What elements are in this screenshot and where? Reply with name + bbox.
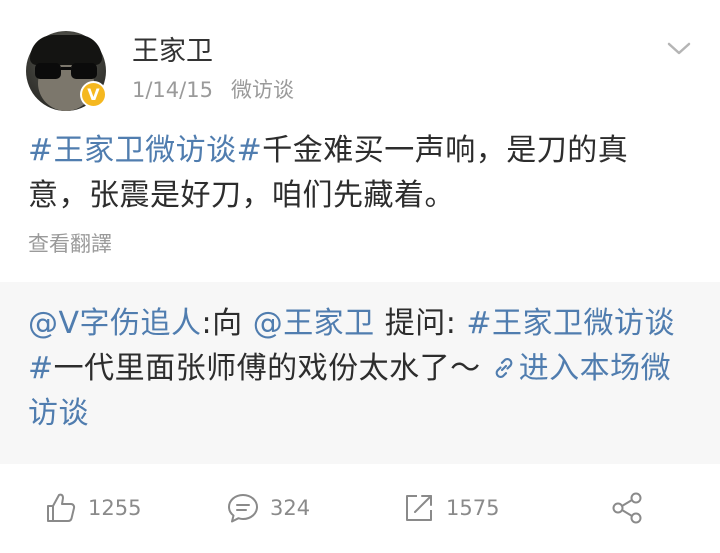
sunglasses-icon <box>35 63 97 79</box>
quoted-question-box[interactable]: @V字伤追人:向 @王家卫 提问: #王家卫微访谈#一代里面张师傅的戏份太水了～… <box>0 282 720 464</box>
to-word: :向 <box>201 306 253 341</box>
author-mention[interactable]: @王家卫 <box>253 306 375 341</box>
hashtag-link[interactable]: #王家卫微访谈# <box>28 133 262 168</box>
question-text: 一代里面张师傅的戏份太水了～ <box>53 351 491 386</box>
share-button[interactable] <box>610 478 644 538</box>
ask-word: 提问: <box>374 306 467 341</box>
post-meta: 1/14/15 微访谈 <box>132 76 294 104</box>
comment-count: 324 <box>270 496 311 520</box>
action-bar: 1255 324 1575 <box>0 478 720 538</box>
translate-link[interactable]: 查看翻譯 <box>28 229 112 259</box>
post-date: 1/14/15 <box>132 78 213 102</box>
weibo-post-card: V 王家卫 1/14/15 微访谈 #王家卫微访谈#千金难买一声响，是刀的真意，张… <box>0 0 720 553</box>
asker-mention[interactable]: @V字伤追人 <box>28 306 202 341</box>
thumbs-up-icon <box>47 493 76 522</box>
comment-bubble-icon <box>228 494 258 523</box>
link-icon <box>495 358 513 378</box>
share-out-icon <box>406 495 432 521</box>
comment-button[interactable]: 324 <box>226 478 310 538</box>
repost-button[interactable]: 1575 <box>402 478 499 538</box>
share-nodes-icon <box>612 492 642 524</box>
author-name[interactable]: 王家卫 <box>132 34 213 70</box>
repost-count: 1575 <box>446 496 500 520</box>
post-content: #王家卫微访谈#千金难买一声响，是刀的真意，张震是好刀，咱们先藏着。 <box>28 128 688 218</box>
verified-v-badge: V <box>80 81 107 108</box>
like-count: 1255 <box>88 496 142 520</box>
chevron-down-icon[interactable] <box>664 38 694 60</box>
quoted-question-text: @V字伤追人:向 @王家卫 提问: #王家卫微访谈#一代里面张师傅的戏份太水了～… <box>28 301 692 436</box>
post-source: 微访谈 <box>230 78 294 102</box>
like-button[interactable]: 1255 <box>44 478 141 538</box>
